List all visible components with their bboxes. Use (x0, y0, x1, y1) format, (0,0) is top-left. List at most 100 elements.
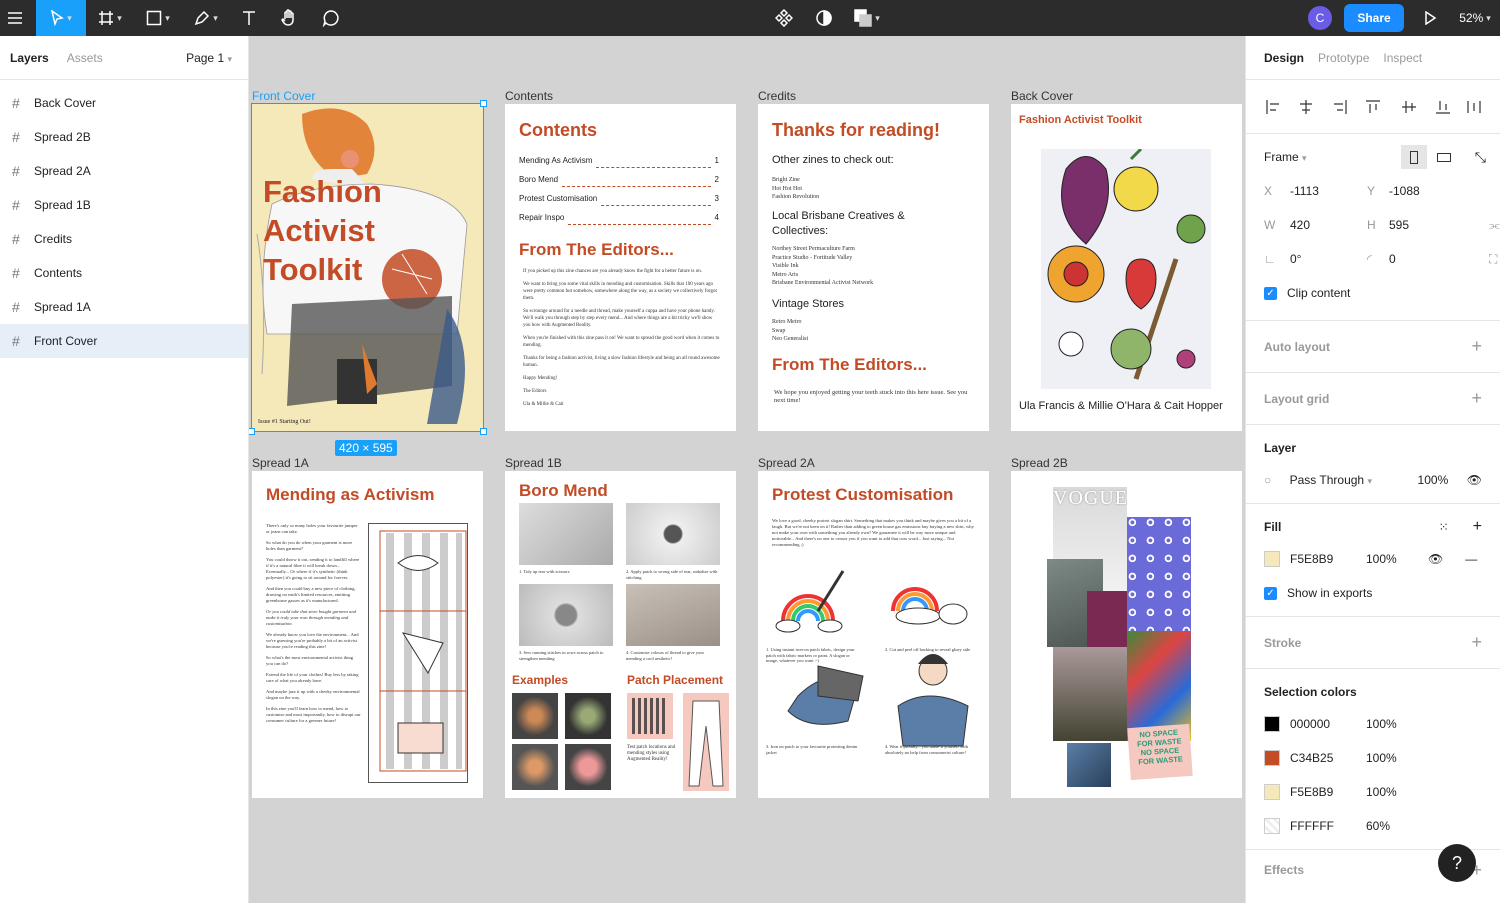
resize-to-fit-icon[interactable]: ⤡ (1475, 149, 1486, 166)
mask-button[interactable] (804, 0, 844, 36)
align-center-v-icon[interactable] (1402, 100, 1416, 113)
frame-label-spread-1a[interactable]: Spread 1A (252, 456, 309, 470)
show-in-exports-checkbox[interactable]: ✓ (1264, 586, 1277, 600)
styles-grid-icon[interactable]: ⁙ (1439, 520, 1449, 534)
blend-mode-dropdown[interactable]: Pass Through ▾ (1290, 473, 1418, 487)
share-button[interactable]: Share (1344, 4, 1404, 32)
selection-color-row[interactable]: C34B25 100% (1246, 741, 1500, 775)
present-button[interactable] (1410, 0, 1450, 36)
add-auto-layout-icon[interactable]: + (1471, 336, 1482, 357)
corner-radius-input[interactable]: 0 (1389, 252, 1489, 266)
eye-icon[interactable]: 👁 (1467, 473, 1482, 487)
color-swatch[interactable] (1264, 716, 1280, 732)
pen-tool-button[interactable]: ▾ (182, 0, 230, 36)
add-layout-grid-icon[interactable]: + (1471, 388, 1482, 409)
fill-swatch[interactable] (1264, 551, 1280, 567)
spread-2a-frame[interactable]: Protest Customisation We love a good, ch… (758, 471, 989, 798)
toolbar: ▾ ▾ ▾ ▾ ▾ C Share 52% ▾ (0, 0, 1500, 36)
move-tool-button[interactable]: ▾ (36, 0, 86, 36)
text-tool-button[interactable] (230, 0, 268, 36)
fill-opacity-input[interactable]: 100% (1366, 552, 1428, 566)
frame-label-front-cover[interactable]: Front Cover (252, 89, 315, 103)
align-bottom-icon[interactable] (1436, 100, 1450, 114)
front-cover-frame[interactable]: Fashion Activist Toolkit Issue #1 Starti… (252, 104, 483, 431)
toc-list: Mending As Activism 1 Boro Mend 2 Protest … (519, 156, 719, 232)
frame-hash-icon: # (12, 95, 20, 111)
fill-eye-icon[interactable]: 👁 (1428, 552, 1443, 566)
frame-tool-button[interactable]: ▾ (86, 0, 134, 36)
hand-tool-button[interactable] (268, 0, 310, 36)
help-button[interactable]: ? (1438, 844, 1476, 882)
layer-opacity-input[interactable]: 100% (1418, 473, 1467, 487)
resize-handle[interactable] (249, 428, 255, 435)
frame-label-credits[interactable]: Credits (758, 89, 796, 103)
color-swatch[interactable] (1264, 784, 1280, 800)
spread-1a-frame[interactable]: Mending as Activism There's only so many… (252, 471, 483, 798)
contents-frame[interactable]: Contents Mending As Activism 1 Boro Mend 2… (505, 104, 736, 431)
rotation-input[interactable]: 0° (1290, 252, 1367, 266)
portrait-icon[interactable] (1400, 145, 1427, 169)
main-menu-icon[interactable] (0, 0, 30, 36)
spread-1b-frame[interactable]: Boro Mend 1. Tidy up tear with scissors … (505, 471, 736, 798)
frame-label-contents[interactable]: Contents (505, 89, 553, 103)
components-button[interactable] (764, 0, 804, 36)
color-swatch[interactable] (1264, 750, 1280, 766)
layer-item[interactable]: # Spread 1A (0, 290, 248, 324)
width-input[interactable]: 420 (1290, 218, 1367, 232)
selection-color-row[interactable]: F5E8B9 100% (1246, 775, 1500, 809)
layer-item[interactable]: # Spread 2A (0, 154, 248, 188)
fill-hex-input[interactable]: F5E8B9 (1290, 552, 1366, 566)
resize-handle[interactable] (480, 428, 487, 435)
comment-tool-button[interactable] (310, 0, 352, 36)
cover-title: Fashion Activist Toolkit (263, 172, 382, 289)
frame-label-spread-1b[interactable]: Spread 1B (505, 456, 562, 470)
color-swatch[interactable] (1264, 818, 1280, 834)
selection-color-row[interactable]: 000000 100% (1246, 707, 1500, 741)
page-selector[interactable]: Page 1 ▾ (186, 51, 232, 65)
add-stroke-icon[interactable]: + (1471, 632, 1482, 653)
selection-color-row[interactable]: FFFFFF 60% (1246, 809, 1500, 843)
resize-handle[interactable] (480, 100, 487, 107)
distribute-icon[interactable] (1467, 100, 1481, 113)
y-input[interactable]: -1088 (1389, 184, 1420, 198)
align-top-icon[interactable] (1366, 99, 1380, 113)
user-avatar[interactable]: C (1302, 0, 1338, 36)
add-fill-icon[interactable]: + (1473, 518, 1482, 535)
tab-layers[interactable]: Layers (10, 51, 49, 65)
tab-design[interactable]: Design (1264, 51, 1304, 65)
toc-row: Protest Customisation 3 (519, 194, 719, 213)
align-left-icon[interactable] (1266, 99, 1279, 114)
cover-title-line: Fashion (263, 174, 382, 209)
layer-item-selected[interactable]: # Front Cover (0, 324, 248, 358)
local-item: Practice Studio - Fortitude Valley (772, 254, 853, 261)
landscape-icon[interactable] (1436, 152, 1451, 162)
layer-item[interactable]: # Contents (0, 256, 248, 290)
shape-tool-button[interactable]: ▾ (134, 0, 182, 36)
align-right-icon[interactable] (1334, 99, 1347, 114)
independent-corners-icon[interactable]: ⛶ (1489, 252, 1497, 267)
editors-paragraph: We want to bring you some vital skills i… (523, 282, 717, 301)
layer-item[interactable]: # Back Cover (0, 86, 248, 120)
height-input[interactable]: 595 (1389, 218, 1489, 232)
remove-fill-icon[interactable]: — (1465, 552, 1477, 566)
layer-item[interactable]: # Spread 1B (0, 188, 248, 222)
x-input[interactable]: -1113 (1290, 184, 1367, 198)
spread-2b-frame[interactable]: VOGUE NO SPACE FOR WASTE NO SPACE FOR WA… (1011, 471, 1242, 798)
back-cover-frame[interactable]: Fashion Activist Toolkit Ula Francis & M… (1011, 104, 1242, 431)
tab-assets[interactable]: Assets (67, 51, 103, 65)
layer-item[interactable]: # Credits (0, 222, 248, 256)
clip-content-checkbox[interactable]: ✓ (1264, 286, 1277, 300)
align-center-h-icon[interactable] (1300, 99, 1312, 114)
boolean-button[interactable]: ▾ (844, 0, 890, 36)
tab-inspect[interactable]: Inspect (1383, 51, 1422, 65)
tab-prototype[interactable]: Prototype (1318, 51, 1369, 65)
design-canvas[interactable]: Front Cover Contents Credits Back Cover … (249, 36, 1245, 903)
frame-label-back-cover[interactable]: Back Cover (1011, 89, 1073, 103)
frame-label-spread-2b[interactable]: Spread 2B (1011, 456, 1068, 470)
frame-label-spread-2a[interactable]: Spread 2A (758, 456, 815, 470)
zoom-dropdown[interactable]: 52% ▾ (1450, 0, 1500, 36)
frame-type-dropdown[interactable]: Frame ▾ (1264, 150, 1307, 164)
constrain-proportions-icon[interactable]: ⫘ (1489, 218, 1500, 233)
credits-frame[interactable]: Thanks for reading! Other zines to check… (758, 104, 989, 431)
layer-item[interactable]: # Spread 2B (0, 120, 248, 154)
